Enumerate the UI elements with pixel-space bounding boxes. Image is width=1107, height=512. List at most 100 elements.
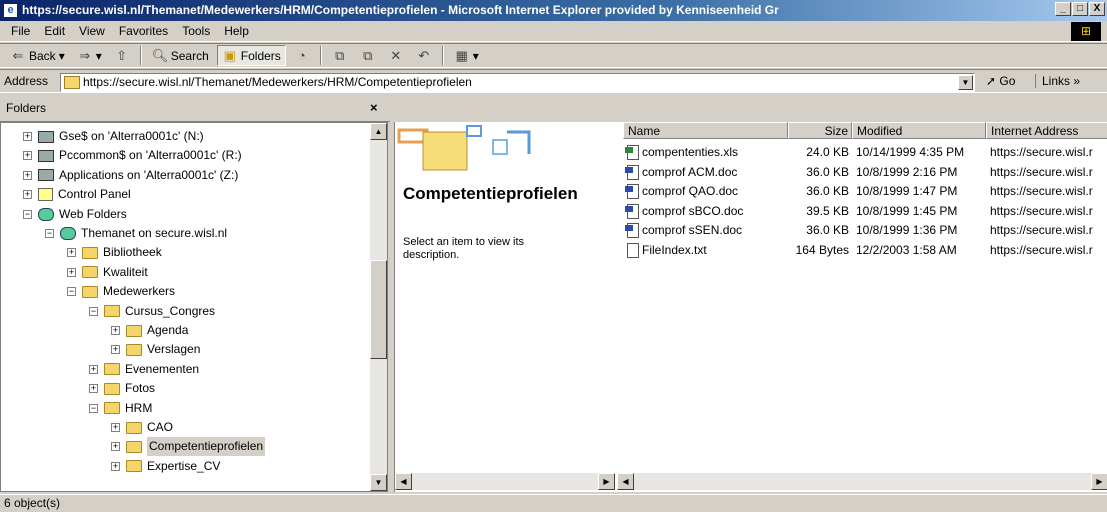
back-dropdown-icon[interactable]: ▾ — [59, 49, 65, 63]
forward-button[interactable]: ⇒ ▾ — [73, 45, 106, 66]
tree-item[interactable]: − Web Folders — [23, 205, 127, 224]
menu-file[interactable]: File — [4, 24, 37, 38]
file-name-cell[interactable]: comprof sSEN.doc — [623, 221, 788, 240]
tree-item[interactable]: + Verslagen — [111, 340, 200, 359]
close-folders-pane-icon[interactable]: × — [370, 94, 378, 122]
file-name-cell[interactable]: compententies.xls — [623, 143, 788, 162]
vertical-scrollbar[interactable]: ▲ ▼ — [370, 123, 387, 491]
scroll-right-arrow-icon[interactable]: ▶ — [1091, 473, 1107, 490]
maximize-button[interactable]: □ — [1072, 2, 1088, 16]
scrollbar-thumb[interactable] — [370, 260, 387, 359]
move-to-button[interactable]: ⧉ — [328, 45, 352, 66]
title-bar: e https://secure.wisl.nl/Themanet/Medewe… — [0, 0, 1107, 21]
expand-icon[interactable]: + — [111, 461, 120, 471]
undo-button[interactable]: ↶ — [412, 45, 436, 66]
file-name: comprof sBCO.doc — [642, 203, 744, 218]
horizontal-scrollbar-right[interactable]: ◀ ▶ — [617, 473, 1107, 490]
file-row[interactable]: FileIndex.txt 164 Bytes 12/2/2003 1:58 AM h… — [623, 241, 1107, 260]
scroll-left-arrow-icon[interactable]: ◀ — [395, 473, 412, 490]
expand-icon[interactable]: + — [111, 442, 120, 452]
file-row[interactable]: comprof sSEN.doc 36.0 KB 10/8/1999 1:36 PM… — [623, 221, 1107, 240]
expand-icon[interactable]: + — [67, 248, 76, 258]
address-dropdown-icon[interactable]: ▼ — [958, 75, 973, 90]
links-button[interactable]: Links » — [1035, 74, 1080, 88]
tree-item[interactable]: + Competentieprofielen — [111, 437, 266, 457]
tree-item[interactable]: − Cursus_Congres — [89, 302, 215, 321]
file-internet-address: https://secure.wisl.r — [990, 242, 1093, 257]
tree-item[interactable]: + Expertise_CV — [111, 457, 220, 476]
close-button[interactable]: X — [1089, 2, 1105, 16]
scroll-down-arrow-icon[interactable]: ▼ — [370, 474, 387, 491]
back-button[interactable]: ⇐ Back ▾ — [6, 45, 69, 66]
collapse-icon[interactable]: − — [67, 287, 76, 297]
collapse-icon[interactable]: − — [89, 403, 98, 413]
folders-button[interactable]: ▣ Folders — [216, 45, 286, 66]
collapse-icon[interactable]: − — [45, 229, 54, 238]
minimize-button[interactable]: _ — [1055, 2, 1071, 16]
file-row[interactable]: comprof QAO.doc 36.0 KB 10/8/1999 1:47 PM h… — [623, 182, 1107, 201]
tree-item[interactable]: − HRM — [89, 399, 152, 418]
column-header-modified[interactable]: Modified — [852, 122, 986, 139]
views-button[interactable]: ▦ ▾ — [450, 45, 483, 66]
copy-to-button[interactable]: ⧉ — [356, 45, 380, 66]
search-button[interactable]: 🔍︎ Search — [148, 45, 213, 66]
tree-item[interactable]: − Themanet on secure.wisl.nl — [45, 224, 227, 243]
tree-item[interactable]: + Agenda — [111, 321, 188, 340]
history-button[interactable]: ◔ — [290, 45, 314, 66]
delete-button[interactable]: ✕ — [384, 45, 408, 66]
tree-item[interactable]: + Pccommon$ on 'Alterra0001c' (R:) — [23, 146, 242, 165]
expand-icon[interactable]: + — [111, 326, 120, 335]
folder-title: Competentieprofielen — [403, 184, 578, 203]
up-folder-button[interactable]: ⇧ — [110, 45, 134, 66]
menu-view[interactable]: View — [72, 24, 112, 38]
tree-item[interactable]: + Evenementen — [89, 360, 199, 379]
file-row[interactable]: comprof ACM.doc 36.0 KB 10/8/1999 2:16 PM h… — [623, 163, 1107, 182]
file-row[interactable]: compententies.xls 24.0 KB 10/14/1999 4:35 … — [623, 143, 1107, 162]
scroll-left-arrow-icon[interactable]: ◀ — [617, 473, 634, 490]
expand-icon[interactable]: + — [89, 364, 98, 374]
menu-help[interactable]: Help — [217, 24, 256, 38]
expand-icon[interactable]: + — [67, 267, 76, 277]
column-header-name[interactable]: Name — [623, 122, 788, 139]
expand-icon[interactable]: + — [23, 170, 32, 180]
address-input[interactable]: https://secure.wisl.nl/Themanet/Medewerk… — [60, 73, 975, 92]
move-to-icon: ⧉ — [335, 47, 345, 63]
menu-tools[interactable]: Tools — [175, 24, 217, 38]
folders-tree-pane[interactable]: + Gse$ on 'Alterra0001c' (N:) + Pccommon$ o… — [0, 122, 388, 492]
tree-item[interactable]: + CAO — [111, 418, 173, 437]
file-row[interactable]: comprof sBCO.doc 39.5 KB 10/8/1999 1:45 PM… — [623, 202, 1107, 221]
tree-item[interactable]: + Fotos — [89, 379, 155, 398]
tree-item[interactable]: + Control Panel — [23, 185, 131, 204]
forward-dropdown-icon[interactable]: ▾ — [96, 49, 102, 63]
file-name-cell[interactable]: FileIndex.txt — [623, 241, 788, 260]
tree-item-label: Medewerkers — [103, 284, 176, 299]
tree-item[interactable]: + Bibliotheek — [67, 243, 162, 262]
menu-edit[interactable]: Edit — [37, 24, 72, 38]
address-value: https://secure.wisl.nl/Themanet/Medewerk… — [83, 75, 472, 89]
scroll-up-arrow-icon[interactable]: ▲ — [370, 123, 387, 140]
expand-icon[interactable]: + — [111, 345, 120, 355]
file-name-cell[interactable]: comprof ACM.doc — [623, 163, 788, 182]
expand-icon[interactable]: + — [111, 423, 120, 432]
tree-item[interactable]: + Kwaliteit — [67, 263, 148, 282]
tree-item[interactable]: − Medewerkers — [67, 282, 175, 301]
expand-icon[interactable]: + — [23, 151, 32, 161]
tree-item[interactable]: + Gse$ on 'Alterra0001c' (N:) — [23, 127, 204, 146]
expand-icon[interactable]: + — [89, 384, 98, 394]
tree-item[interactable]: + Applications on 'Alterra0001c' (Z:) — [23, 166, 238, 185]
collapse-icon[interactable]: − — [89, 306, 98, 316]
go-button[interactable]: ➚ Go — [986, 74, 1015, 88]
column-header-size[interactable]: Size — [788, 122, 852, 139]
expand-icon[interactable]: + — [23, 132, 32, 141]
horizontal-scrollbar-left[interactable]: ◀ ▶ — [395, 473, 615, 490]
tree-item-label: HRM — [125, 400, 153, 415]
expand-icon[interactable]: + — [23, 190, 32, 200]
file-name-cell[interactable]: comprof sBCO.doc — [623, 202, 788, 221]
column-header-internet-address[interactable]: Internet Address — [986, 122, 1107, 139]
views-dropdown-icon[interactable]: ▾ — [473, 49, 479, 63]
control-panel-icon — [38, 188, 53, 202]
menu-favorites[interactable]: Favorites — [112, 24, 175, 38]
scroll-right-arrow-icon[interactable]: ▶ — [598, 473, 615, 490]
collapse-icon[interactable]: − — [23, 209, 32, 219]
file-name-cell[interactable]: comprof QAO.doc — [623, 182, 788, 201]
